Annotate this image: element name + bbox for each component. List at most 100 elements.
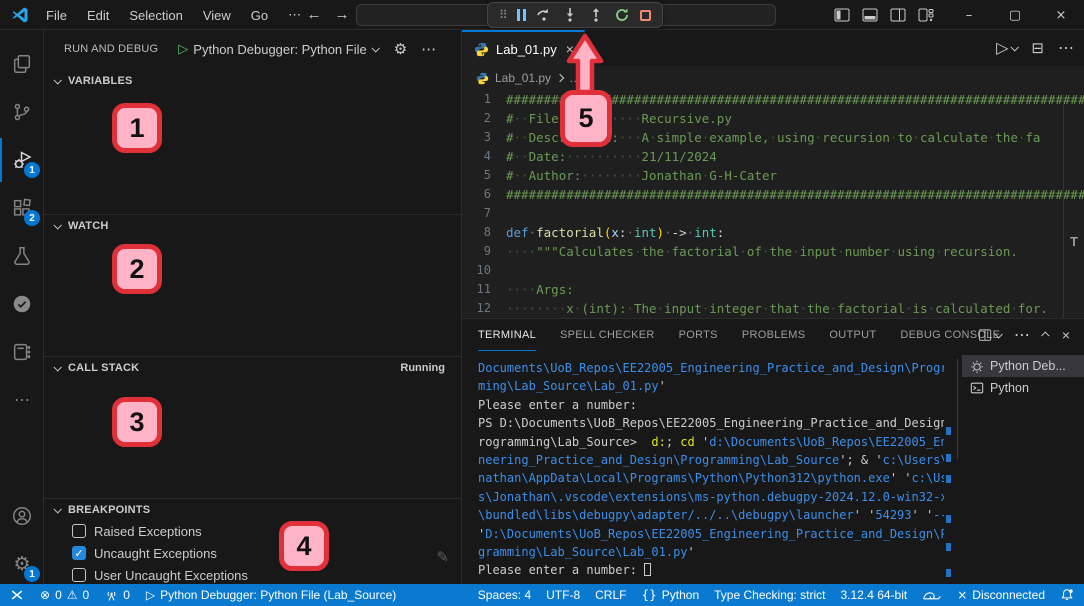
step-out-button[interactable] bbox=[588, 7, 604, 23]
panel-tab-terminal[interactable]: TERMINAL bbox=[478, 319, 536, 351]
window-controls: – ▢ × bbox=[946, 0, 1084, 30]
terminal-instance-row[interactable]: Python Deb... bbox=[962, 355, 1084, 377]
breakpoint-checkbox[interactable] bbox=[72, 568, 86, 582]
chevron-down-icon bbox=[53, 363, 61, 371]
forward-arrow-button[interactable]: → bbox=[330, 4, 354, 26]
start-debug-icon[interactable]: ▷ bbox=[178, 41, 188, 57]
live-connection-status[interactable]: ×Disconnected bbox=[957, 588, 1045, 602]
check-circle-icon[interactable] bbox=[0, 282, 44, 326]
close-button[interactable]: × bbox=[1038, 0, 1084, 30]
line-number: 3 bbox=[462, 128, 506, 147]
step-into-button[interactable] bbox=[562, 7, 578, 23]
notifications-bell-icon[interactable] bbox=[1060, 588, 1074, 602]
customize-layout-icon[interactable] bbox=[918, 7, 934, 23]
encoding-status[interactable]: UTF-8 bbox=[546, 588, 580, 602]
minimize-button[interactable]: – bbox=[946, 0, 992, 30]
callout-badge-1: 1 bbox=[112, 103, 162, 153]
code-line: 3#··Description:···A·simple·example,·usi… bbox=[462, 128, 1084, 147]
more-views-icon[interactable]: ⋯ bbox=[0, 378, 44, 422]
panel-tab-output[interactable]: OUTPUT bbox=[829, 319, 876, 351]
call-stack-section-header[interactable]: CALL STACK Running bbox=[44, 356, 461, 378]
step-over-button[interactable] bbox=[536, 7, 552, 23]
menu-view[interactable]: View bbox=[195, 6, 239, 25]
editor-more-actions-icon[interactable]: ⋯ bbox=[1058, 38, 1074, 58]
settings-badge: 1 bbox=[24, 566, 40, 582]
close-panel-icon[interactable]: × bbox=[1062, 327, 1070, 343]
toggle-sidebar-icon[interactable] bbox=[834, 7, 850, 23]
drag-grip-icon[interactable]: ⠿ bbox=[499, 8, 507, 22]
debug-settings-gear-icon[interactable]: ⚙ bbox=[394, 40, 407, 58]
menu-file[interactable]: File bbox=[38, 6, 75, 25]
terminal-line: ming\Lab_Source\Lab_01.py' bbox=[478, 377, 944, 395]
back-arrow-button[interactable]: ← bbox=[302, 4, 326, 26]
code-line: 10 bbox=[462, 261, 1084, 280]
breadcrumb[interactable]: Lab_01.py … bbox=[462, 66, 1084, 90]
split-editor-icon[interactable]: ⊟ bbox=[1031, 39, 1044, 57]
terminal-output[interactable]: Documents\UoB_Repos\EE22005_Engineering_… bbox=[478, 359, 944, 581]
menu-edit[interactable]: Edit bbox=[79, 6, 117, 25]
language-mode-status[interactable]: {}Python bbox=[641, 588, 699, 602]
breakpoint-checkbox[interactable]: ✓ bbox=[72, 546, 86, 560]
debug-status[interactable]: ▷ Python Debugger: Python File (Lab_Sour… bbox=[146, 588, 396, 602]
panel-tab-problems[interactable]: PROBLEMS bbox=[742, 319, 806, 351]
code-editor[interactable]: 1#######################################… bbox=[462, 90, 1084, 318]
split-terminal-button[interactable] bbox=[978, 328, 1001, 342]
run-python-file-button[interactable]: ▷ bbox=[996, 38, 1017, 58]
python-interpreter-status[interactable]: 3.12.4 64-bit bbox=[841, 588, 908, 602]
editor-actions: ▷ ⊟ ⋯ bbox=[996, 30, 1074, 66]
terminal-instance-label: Python bbox=[990, 381, 1029, 395]
notebook-icon[interactable] bbox=[0, 330, 44, 374]
accounts-icon[interactable] bbox=[0, 494, 44, 538]
panel-more-actions-icon[interactable]: ⋯ bbox=[1014, 325, 1030, 345]
sidebar-title: RUN AND DEBUG bbox=[64, 43, 158, 55]
ports-status[interactable]: 0 bbox=[105, 588, 130, 602]
breakpoint-row[interactable]: User Uncaught Exceptions bbox=[44, 564, 461, 586]
toggle-secondary-sidebar-icon[interactable] bbox=[890, 7, 906, 23]
source-control-icon[interactable] bbox=[0, 90, 44, 134]
terminal-line: \bundled\libs\debugpy\adapter/../..\debu… bbox=[478, 506, 944, 524]
indentation-status[interactable]: Spaces: 4 bbox=[478, 588, 531, 602]
problems-status[interactable]: ⊗0 ⚠0 bbox=[40, 588, 89, 602]
maximize-button[interactable]: ▢ bbox=[992, 0, 1038, 30]
watch-section-header[interactable]: WATCH bbox=[44, 214, 461, 236]
launch-config-label[interactable]: Python Debugger: Python File bbox=[193, 42, 366, 57]
stop-button[interactable] bbox=[640, 10, 651, 21]
chevron-down-icon[interactable] bbox=[371, 44, 379, 52]
breakpoint-row[interactable]: Raised Exceptions bbox=[44, 520, 461, 542]
breadcrumb-file[interactable]: Lab_01.py bbox=[495, 71, 551, 85]
snail-doodle-icon[interactable] bbox=[922, 589, 942, 602]
editor-scrollbar[interactable] bbox=[1063, 94, 1064, 318]
breakpoint-row[interactable]: ✓Uncaught Exceptions bbox=[44, 542, 461, 564]
terminal-line: neering_Practice_and_Design\Programming\… bbox=[478, 451, 944, 469]
eol-status[interactable]: CRLF bbox=[595, 588, 626, 602]
run-and-debug-icon[interactable]: 1 bbox=[0, 138, 44, 182]
terminal-line: Documents\UoB_Repos\EE22005_Engineering_… bbox=[478, 359, 944, 377]
pause-button[interactable] bbox=[517, 9, 526, 21]
explorer-icon[interactable] bbox=[0, 42, 44, 86]
code-line: 2#··File·Name:·····Recursive.py bbox=[462, 109, 1084, 128]
breakpoints-section-header[interactable]: BREAKPOINTS bbox=[44, 498, 461, 520]
terminal-scrollbar[interactable] bbox=[946, 359, 954, 581]
toggle-panel-icon[interactable] bbox=[862, 7, 878, 23]
call-stack-status: Running bbox=[400, 362, 445, 374]
terminal-instance-row[interactable]: Python bbox=[962, 377, 1084, 399]
variables-section-header[interactable]: VARIABLES bbox=[44, 70, 461, 92]
maximize-panel-icon[interactable] bbox=[1041, 331, 1049, 339]
sidebar-more-actions-icon[interactable]: ⋯ bbox=[421, 40, 436, 58]
terminal-line: nathan\AppData\Local\Programs\Python\Pyt… bbox=[478, 469, 944, 487]
launch-configuration[interactable]: ▷ Python Debugger: Python File bbox=[172, 39, 383, 59]
menu-go[interactable]: Go bbox=[243, 6, 276, 25]
terminal-icon bbox=[970, 381, 984, 395]
menu-selection[interactable]: Selection bbox=[121, 6, 190, 25]
panel-tab-spell-checker[interactable]: SPELL CHECKER bbox=[560, 319, 655, 351]
restart-button[interactable] bbox=[614, 7, 630, 23]
remote-window-button[interactable] bbox=[10, 588, 24, 602]
breakpoint-checkbox[interactable] bbox=[72, 524, 86, 538]
edit-pencil-icon[interactable]: ✎ bbox=[436, 548, 449, 566]
panel-tab-ports[interactable]: PORTS bbox=[679, 319, 718, 351]
testing-icon[interactable] bbox=[0, 234, 44, 278]
settings-gear-icon[interactable]: ⚙ 1 bbox=[0, 542, 44, 586]
extensions-icon[interactable]: 2 bbox=[0, 186, 44, 230]
chevron-down-icon bbox=[53, 76, 61, 84]
type-checking-status[interactable]: Type Checking: strict bbox=[714, 588, 825, 602]
